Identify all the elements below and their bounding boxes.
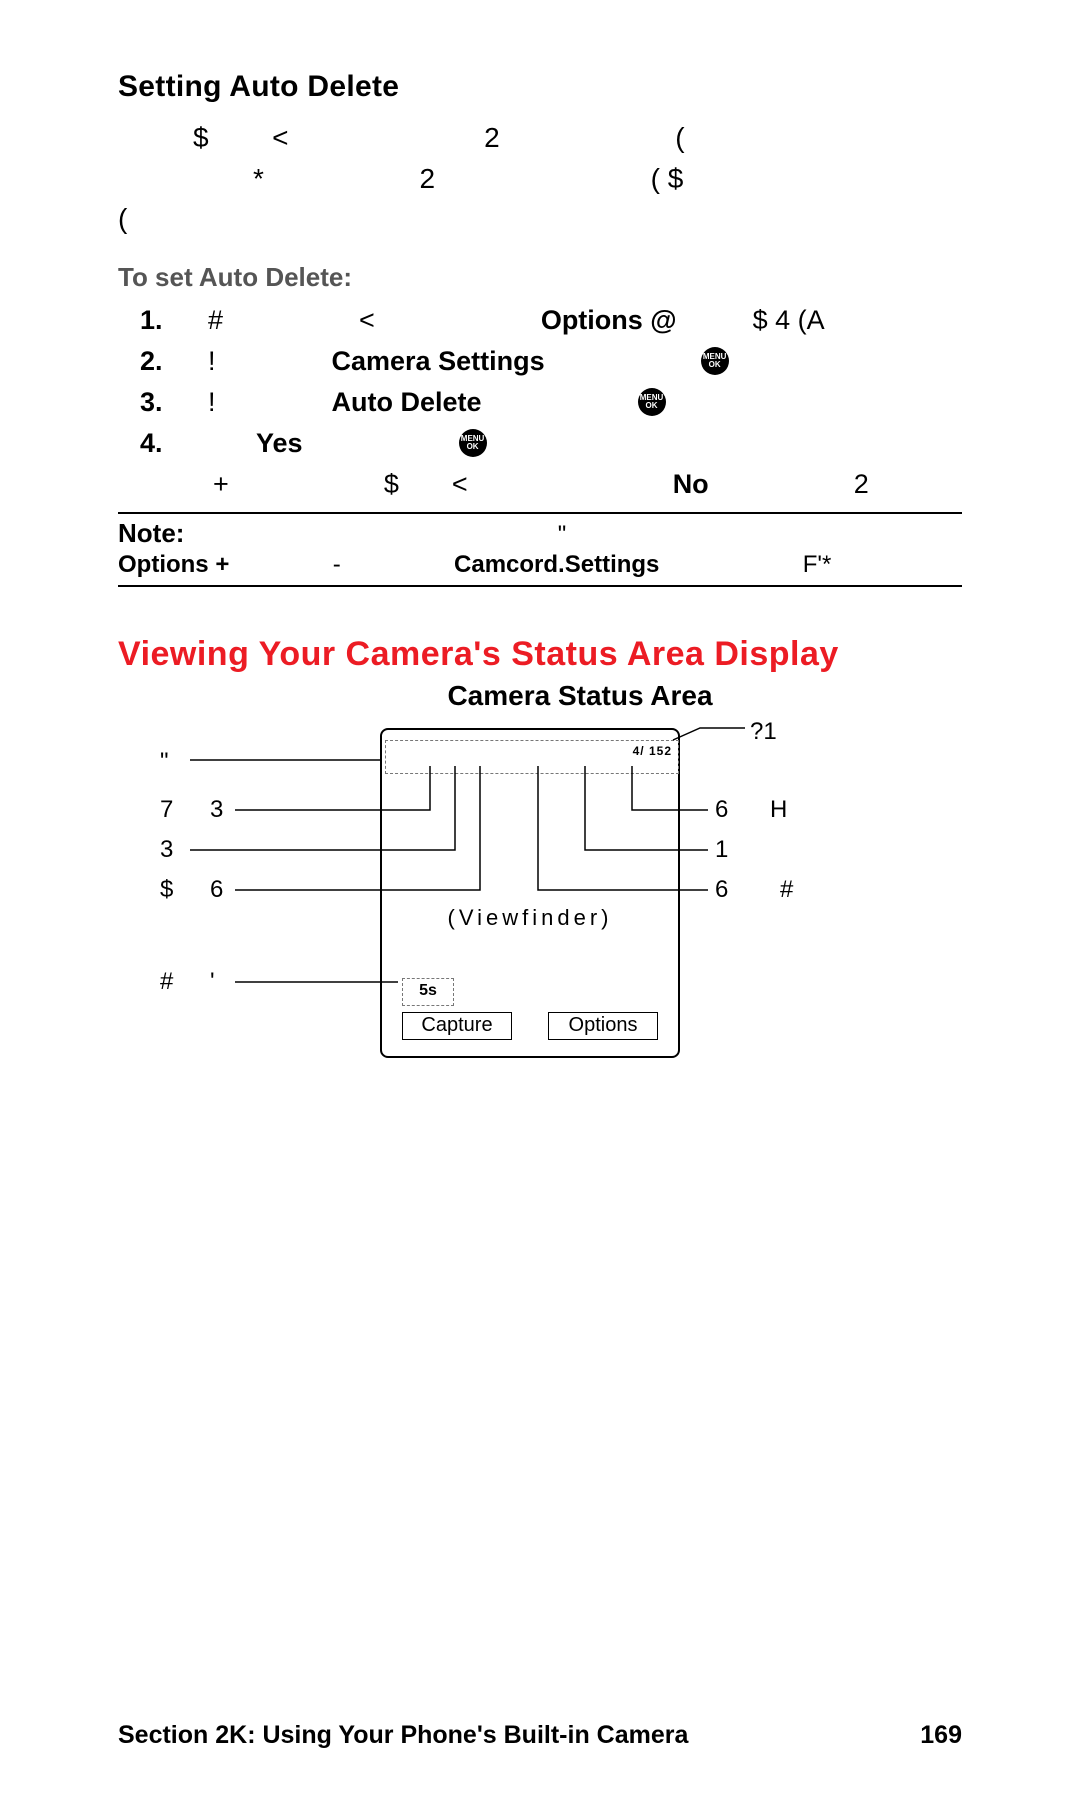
intro-2c: ( $ [651,163,684,194]
step-1-c: Options @ [541,305,677,336]
after-c: < [452,469,468,499]
note-label: Note: [118,518,184,548]
label-right-1b: H [770,796,787,824]
intro-line1: $ < 2 ( [118,118,962,159]
softkey-options: Options [548,1012,658,1040]
intro-3a: ( [118,203,127,234]
footer: Section 2K: Using Your Phone's Built-in … [118,1721,962,1750]
label-left-5b: ' [210,968,215,996]
after-b: $ [384,469,399,499]
footer-left: Section 2K: Using Your Phone's Built-in … [118,1721,688,1750]
label-left-5a: # [160,968,173,996]
menu-ok-icon: MENU OK [701,347,729,375]
subhead-to-set: To set Auto Delete: [118,262,962,293]
note-row1: Note: " [118,518,962,549]
footer-page-number: 169 [920,1721,962,1750]
shot-count: 4/ 152 [633,744,672,758]
label-right-3b: # [780,876,793,904]
intro-block: $ < 2 ( * 2 ( $ ( [118,118,962,240]
intro-line3: ( [118,199,962,240]
step-2: 2. ! Camera Settings MENU OK [118,346,962,377]
step-3-b: Auto Delete [332,387,482,418]
step-1: 1. # < Options @ $ 4 (A [118,305,962,336]
label-left-2a: 7 [160,796,173,824]
section-title: Setting Auto Delete [118,70,962,104]
label-left-1: " [160,748,169,776]
label-left-4a: $ [160,876,173,904]
label-left-3: 3 [160,836,173,864]
after-e: 2 [854,469,869,499]
step-3-a: ! [208,387,216,418]
step-3-num: 3. [118,387,190,418]
step-2-b: Camera Settings [332,346,545,377]
step-2-num: 2. [118,346,190,377]
note-box: Note: " Options + - Camcord.Settings F'* [118,512,962,587]
step-1-a: # [208,305,223,336]
note-2c: Camcord.Settings [454,551,659,578]
step-1-num: 1. [118,305,190,336]
screen-box: 4/ 152 (Viewfinder) 5s Capture Options [380,728,680,1058]
note-row2: Options + - Camcord.Settings F'* [118,551,962,579]
note-2a: Options + [118,551,229,578]
after-d: No [673,469,709,499]
step-4-a: Yes [256,428,303,459]
ok-text: OK [467,443,479,451]
steps-list: 1. # < Options @ $ 4 (A 2. ! Camera Sett… [118,305,962,459]
menu-ok-icon: MENU OK [459,429,487,457]
softkey-capture: Capture [402,1012,512,1040]
status-diagram: 4/ 152 (Viewfinder) 5s Capture Options "… [160,718,920,1078]
ok-text: OK [646,402,658,410]
menu-ok-icon: MENU OK [638,388,666,416]
label-right-2: 1 [715,836,728,864]
note-2d: F'* [803,551,832,578]
step-1-d: $ 4 (A [753,305,825,336]
label-right-0: ?1 [750,718,777,746]
after-a: + [213,469,229,499]
step-4-num: 4. [118,428,190,459]
step-1-b: < [359,305,375,336]
label-left-4b: 6 [210,876,223,904]
intro-1b: < [272,122,288,153]
label-left-2b: 3 [210,796,223,824]
viewfinder-label: (Viewfinder) [382,905,678,931]
label-right-1a: 6 [715,796,728,824]
intro-2b: 2 [419,163,435,194]
intro-1c: 2 [484,122,500,153]
step-2-a: ! [208,346,216,377]
red-heading: Viewing Your Camera's Status Area Displa… [118,635,962,674]
intro-line2: * 2 ( $ [118,159,962,200]
csa-title: Camera Status Area [198,680,962,712]
intro-1a: $ [193,122,209,153]
ok-text: OK [709,361,721,369]
after-steps-line: + $ < No 2 [118,469,962,500]
intro-1d: ( [675,122,684,153]
step-4: 4. Yes MENU OK [118,428,962,459]
note-2b: - [333,551,341,578]
step-3: 3. ! Auto Delete MENU OK [118,387,962,418]
intro-2a: * [253,163,264,194]
page: Setting Auto Delete $ < 2 ( * 2 ( $ ( To… [0,0,1080,1800]
label-right-3a: 6 [715,876,728,904]
note-row1-tail: " [558,521,567,548]
timer-dashed: 5s [402,978,454,1006]
